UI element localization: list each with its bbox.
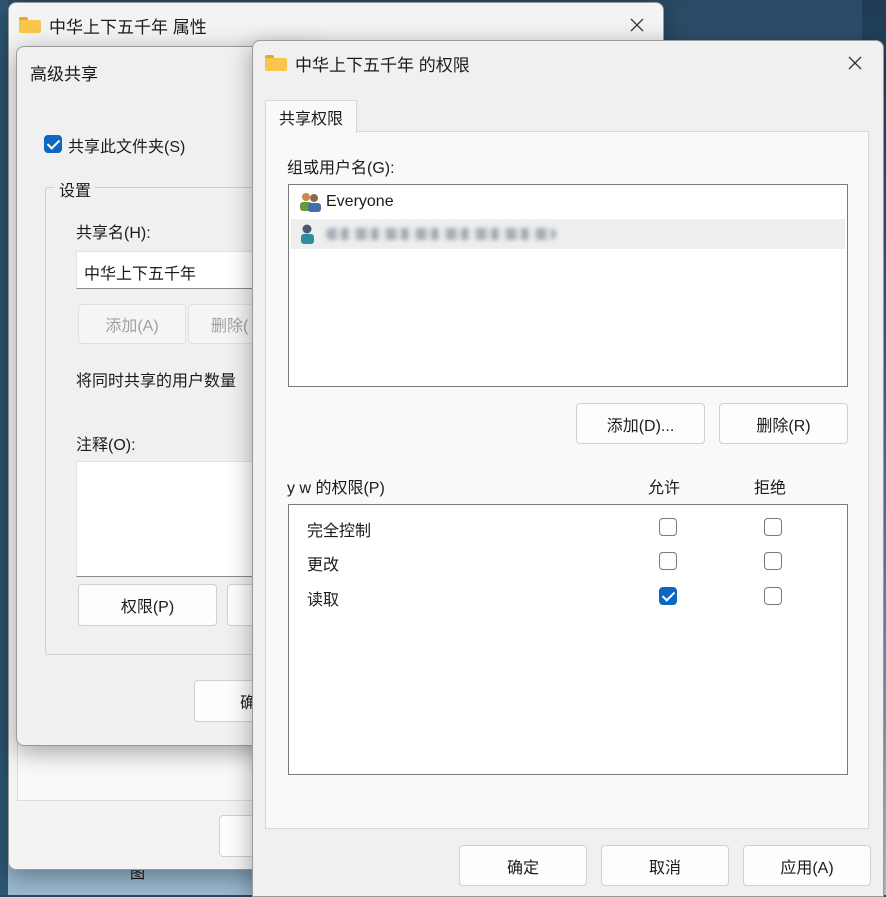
- list-item-everyone[interactable]: Everyone: [291, 187, 845, 217]
- tab-share-permissions[interactable]: 共享权限: [265, 100, 357, 133]
- folder-icon: [265, 55, 287, 71]
- permissions-table: 完全控制 更改 读取: [288, 504, 848, 775]
- desktop-edge-left: [0, 0, 8, 895]
- user-icon: [298, 223, 322, 245]
- user-listbox[interactable]: Everyone: [288, 184, 848, 387]
- permission-row-label: 读取: [307, 592, 340, 609]
- remove-user-button[interactable]: 删除(R): [719, 403, 848, 444]
- share-name-label: 共享名(H):: [76, 225, 151, 242]
- list-item-user[interactable]: [291, 219, 845, 249]
- permission-row-label: 完全控制: [307, 523, 372, 540]
- allow-full-control-checkbox[interactable]: [659, 518, 677, 536]
- group-user-label: 组或用户名(G):: [287, 160, 395, 177]
- cancel-button[interactable]: 取消: [601, 845, 729, 886]
- permissions-for-label: y w 的权限(P): [287, 480, 385, 497]
- allow-header: 允许: [648, 480, 681, 497]
- comment-label: 注释(O):: [76, 437, 136, 454]
- folder-icon: [19, 17, 41, 33]
- deny-full-control-checkbox[interactable]: [764, 518, 782, 536]
- allow-change-checkbox[interactable]: [659, 552, 677, 570]
- add-share-button[interactable]: 添加(A): [78, 304, 186, 344]
- deny-read-checkbox[interactable]: [764, 587, 782, 605]
- share-name-value: 中华上下五千年: [84, 266, 197, 283]
- deny-header: 拒绝: [754, 480, 787, 497]
- user-name: Everyone: [326, 193, 394, 210]
- permissions-title: 中华上下五千年 的权限: [295, 55, 470, 75]
- user-limit-label: 将同时共享的用户数量: [76, 373, 237, 390]
- apply-button[interactable]: 应用(A): [743, 845, 871, 886]
- permission-row-label: 更改: [307, 557, 340, 574]
- group-users-icon: [298, 191, 322, 213]
- allow-read-checkbox[interactable]: [659, 587, 677, 605]
- permissions-titlebar: 中华上下五千年 的权限: [265, 41, 883, 85]
- share-permissions-panel: 组或用户名(G): Everyone 添加(D)... 删除(R) y w 的权…: [265, 131, 869, 829]
- permissions-window: 中华上下五千年 的权限 共享权限 组或用户名(G): Everyone 添加(D…: [252, 40, 884, 897]
- properties-title: 中华上下五千年 属性: [49, 17, 207, 37]
- redacted-user-name: [326, 228, 556, 240]
- add-user-button[interactable]: 添加(D)...: [576, 403, 705, 444]
- ok-button[interactable]: 确定: [459, 845, 587, 886]
- settings-legend: 设置: [55, 177, 96, 201]
- deny-change-checkbox[interactable]: [764, 552, 782, 570]
- share-folder-checkbox[interactable]: [44, 135, 62, 153]
- advanced-sharing-title: 高级共享: [30, 65, 98, 84]
- close-icon[interactable]: [833, 41, 877, 85]
- permissions-button[interactable]: 权限(P): [78, 584, 217, 626]
- share-folder-label: 共享此文件夹(S): [68, 139, 186, 156]
